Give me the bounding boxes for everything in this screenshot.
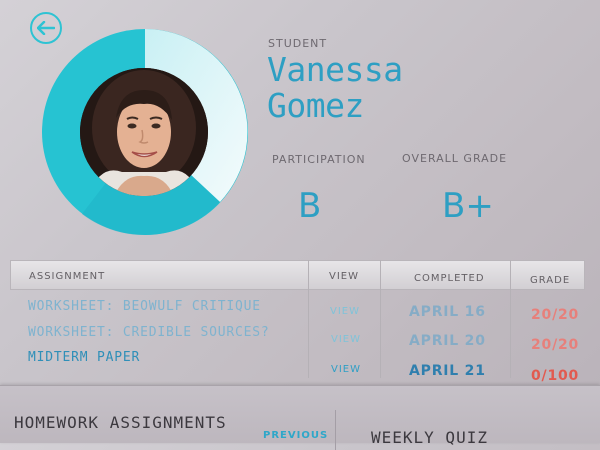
- student-name: Vanessa Gomez: [267, 52, 403, 124]
- column-divider: [308, 260, 309, 378]
- header-grade: GRADE: [530, 275, 571, 286]
- assignment-name[interactable]: MIDTERM PAPER: [28, 350, 140, 365]
- completed-date: APRIL 21: [409, 363, 486, 379]
- header-view: VIEW: [329, 271, 359, 282]
- completed-date: APRIL 20: [409, 333, 486, 349]
- table-header: ASSIGNMENT VIEW COMPLETED GRADE: [10, 260, 585, 290]
- homework-assignments-title: HOMEWORK ASSIGNMENTS: [14, 413, 227, 432]
- assignment-name[interactable]: WORKSHEET: BEOWULF CRITIQUE: [28, 299, 261, 314]
- column-divider: [380, 260, 381, 378]
- assignments-table: ASSIGNMENT VIEW COMPLETED GRADE WORKSHEE…: [0, 256, 600, 384]
- header-assignment: ASSIGNMENT: [29, 271, 106, 282]
- panel-divider: [335, 410, 336, 450]
- weekly-quiz-title: WEEKLY QUIZ: [371, 428, 488, 447]
- student-last-name: Gomez: [267, 86, 364, 125]
- view-link[interactable]: VIEW: [331, 364, 361, 375]
- avatar: [80, 68, 208, 196]
- assignment-name[interactable]: WORKSHEET: CREDIBLE SOURCES?: [28, 325, 270, 340]
- overall-grade-label: OVERALL GRADE: [402, 152, 508, 165]
- view-link[interactable]: VIEW: [330, 306, 360, 317]
- grade-score: 0/100: [531, 368, 580, 384]
- previous-link[interactable]: PREVIOUS: [263, 430, 328, 441]
- grade-score: 20/20: [531, 307, 580, 323]
- header-completed: COMPLETED: [414, 273, 485, 284]
- bottom-panel: HOMEWORK ASSIGNMENTS PREVIOUS WEEKLY QUI…: [0, 385, 600, 450]
- student-photo: [80, 68, 208, 196]
- back-button[interactable]: [30, 12, 62, 44]
- participation-label: PARTICIPATION: [272, 153, 366, 166]
- student-label: STUDENT: [268, 37, 328, 50]
- grade-score: 20/20: [531, 337, 580, 353]
- overall-grade: B+: [442, 186, 494, 226]
- participation-grade: B: [298, 186, 322, 226]
- student-first-name: Vanessa: [267, 50, 403, 89]
- completed-date: APRIL 16: [409, 304, 486, 320]
- column-divider: [510, 260, 511, 378]
- view-link[interactable]: VIEW: [331, 334, 361, 345]
- back-arrow-icon: [37, 21, 55, 35]
